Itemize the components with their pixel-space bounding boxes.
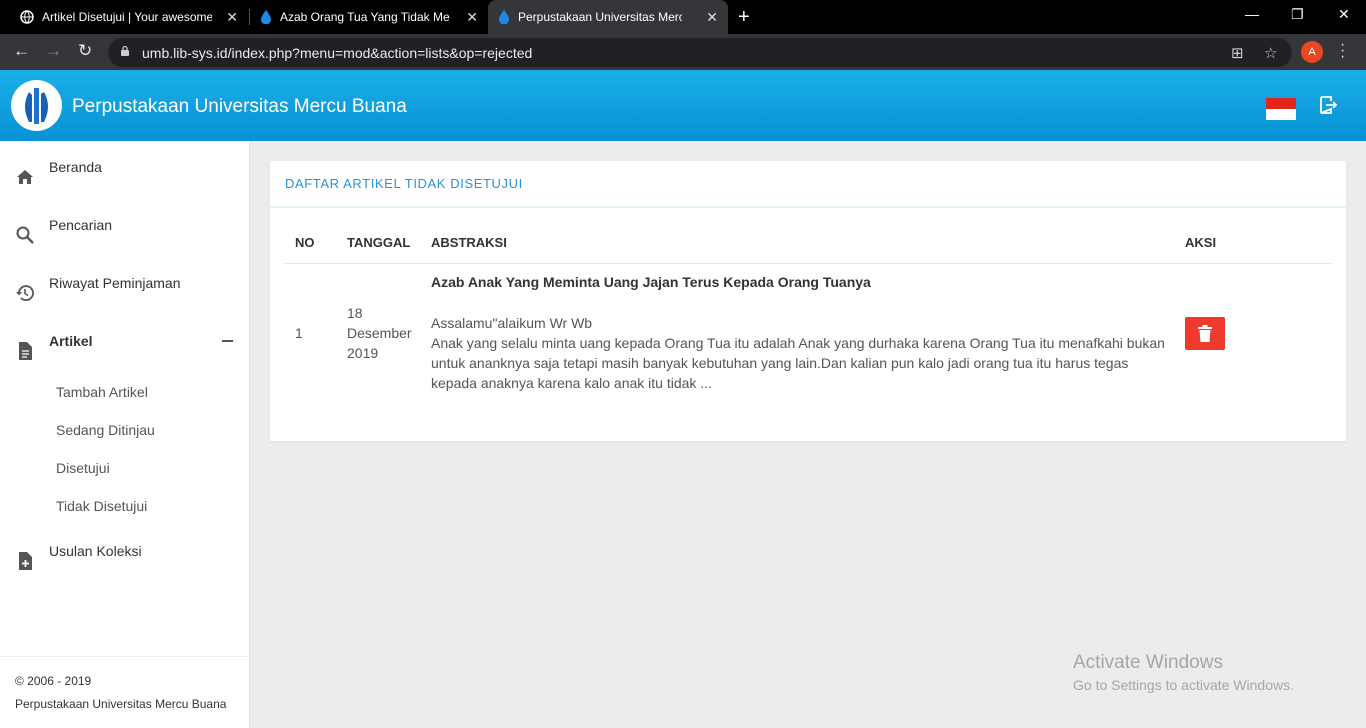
browser-tab[interactable]: Azab Orang Tua Yang Tidak Menafkah ✕ bbox=[250, 0, 488, 34]
window-close-icon[interactable]: ✕ bbox=[1338, 6, 1350, 23]
app-title[interactable]: Perpustakaan Universitas Mercu Buana bbox=[72, 96, 407, 118]
back-icon[interactable]: ← bbox=[13, 41, 30, 61]
new-tab-icon[interactable]: + bbox=[738, 6, 750, 29]
profile-avatar[interactable]: A bbox=[1301, 41, 1323, 63]
document-icon bbox=[19, 342, 32, 360]
collapse-icon[interactable] bbox=[222, 340, 233, 342]
date-month: Desember bbox=[347, 325, 412, 341]
footer-library-name: Perpustakaan Universitas Mercu Buana bbox=[15, 697, 227, 711]
tab-title: Perpustakaan Universitas Mercu Buana bbox=[518, 10, 682, 24]
sidebar-item-label: Pencarian bbox=[49, 217, 113, 233]
browser-tab-active[interactable]: Perpustakaan Universitas Mercu Buana ✕ bbox=[488, 0, 728, 34]
bookmark-star-icon[interactable]: ☆ bbox=[1264, 44, 1277, 62]
tab-title: Azab Orang Tua Yang Tidak Menafkah bbox=[280, 10, 450, 24]
column-header-no: NO bbox=[295, 235, 315, 250]
favicon-icon bbox=[499, 10, 509, 24]
browser-menu-icon[interactable]: · · · bbox=[1340, 37, 1345, 65]
delete-button[interactable] bbox=[1185, 317, 1225, 350]
url-text[interactable]: umb.lib-sys.id/index.php?menu=mod&action… bbox=[142, 45, 532, 61]
home-icon bbox=[17, 170, 33, 184]
sidebar-item-artikel[interactable]: Artikel bbox=[0, 333, 250, 373]
close-tab-icon[interactable]: ✕ bbox=[226, 9, 238, 26]
close-tab-icon[interactable]: ✕ bbox=[466, 9, 478, 26]
university-logo[interactable] bbox=[11, 80, 62, 131]
copyright-text: © 2006 - 2019 bbox=[15, 674, 92, 688]
sidebar-item-pencarian[interactable]: Pencarian bbox=[0, 217, 250, 257]
forward-icon[interactable]: → bbox=[45, 41, 62, 61]
sidebar-item-label: Riwayat Peminjaman bbox=[49, 275, 181, 291]
rejected-articles-card: DAFTAR ARTIKEL TIDAK DISETUJUI NO TANGGA… bbox=[270, 161, 1346, 441]
favicon-icon bbox=[261, 10, 271, 24]
column-header-abstraksi: ABSTRAKSI bbox=[431, 235, 507, 250]
reload-icon[interactable]: ↻ bbox=[78, 41, 92, 61]
logout-icon[interactable] bbox=[1318, 95, 1338, 115]
windows-activation-hint: Go to Settings to activate Windows. bbox=[1073, 677, 1294, 693]
restore-icon[interactable]: ❐ bbox=[1291, 6, 1304, 23]
app-header: Perpustakaan Universitas Mercu Buana bbox=[0, 70, 1366, 141]
column-header-tanggal: TANGGAL bbox=[347, 235, 411, 250]
sidebar-item-label: Usulan Koleksi bbox=[49, 543, 142, 559]
sidebar-subitem-tidak-disetujui[interactable]: Tidak Disetujui bbox=[56, 498, 147, 514]
article-title[interactable]: Azab Anak Yang Meminta Uang Jajan Terus … bbox=[431, 274, 871, 290]
row-number: 1 bbox=[295, 325, 303, 341]
date-day: 18 bbox=[347, 305, 363, 321]
sidebar-item-beranda[interactable]: Beranda bbox=[0, 159, 250, 199]
history-icon bbox=[16, 285, 34, 301]
sidebar-item-usulan-koleksi[interactable]: Usulan Koleksi bbox=[0, 543, 250, 583]
lock-icon bbox=[121, 45, 129, 56]
indonesia-flag-icon[interactable] bbox=[1266, 98, 1296, 120]
sidebar-footer: © 2006 - 2019 Perpustakaan Universitas M… bbox=[0, 656, 250, 728]
address-bar[interactable]: umb.lib-sys.id/index.php?menu=mod&action… bbox=[108, 38, 1292, 67]
article-abstract: Assalamu"alaikum Wr Wb Anak yang selalu … bbox=[431, 313, 1166, 393]
minimize-icon[interactable]: — bbox=[1245, 6, 1259, 22]
tab-title: Artikel Disetujui | Your awesome Lib bbox=[42, 10, 212, 24]
search-icon bbox=[16, 226, 34, 244]
abstract-greeting: Assalamu"alaikum Wr Wb bbox=[431, 315, 593, 331]
sidebar-item-label: Artikel bbox=[49, 333, 93, 349]
close-tab-icon[interactable]: ✕ bbox=[706, 9, 718, 26]
date-year: 2019 bbox=[347, 345, 379, 361]
browser-tab-strip: Artikel Disetujui | Your awesome Lib ✕ A… bbox=[0, 0, 1366, 34]
translate-icon[interactable]: ⊞ bbox=[1231, 44, 1244, 62]
page-title: DAFTAR ARTIKEL TIDAK DISETUJUI bbox=[285, 176, 523, 191]
sidebar-item-label: Beranda bbox=[49, 159, 102, 175]
sidebar-subitem-tambah-artikel[interactable]: Tambah Artikel bbox=[56, 384, 148, 400]
sidebar-item-riwayat[interactable]: Riwayat Peminjaman bbox=[0, 275, 250, 315]
sidebar: Beranda Pencarian Riwayat Peminjaman Art… bbox=[0, 141, 250, 728]
browser-toolbar: ← → ↻ umb.lib-sys.id/index.php?menu=mod&… bbox=[0, 34, 1366, 70]
card-header: DAFTAR ARTIKEL TIDAK DISETUJUI bbox=[270, 161, 1346, 208]
globe-icon bbox=[20, 10, 34, 24]
column-header-aksi: AKSI bbox=[1185, 235, 1217, 250]
sidebar-subitem-sedang-ditinjau[interactable]: Sedang Ditinjau bbox=[56, 422, 155, 438]
sidebar-subitem-disetujui[interactable]: Disetujui bbox=[56, 460, 110, 476]
trash-icon bbox=[1198, 325, 1212, 342]
row-date: 18 Desember 2019 bbox=[347, 303, 412, 363]
browser-tab[interactable]: Artikel Disetujui | Your awesome Lib ✕ bbox=[10, 0, 248, 34]
table-header-divider bbox=[285, 263, 1331, 264]
abstract-text: Anak yang selalu minta uang kepada Orang… bbox=[431, 335, 1165, 391]
windows-activation-title: Activate Windows bbox=[1073, 652, 1223, 673]
file-add-icon bbox=[19, 552, 32, 570]
